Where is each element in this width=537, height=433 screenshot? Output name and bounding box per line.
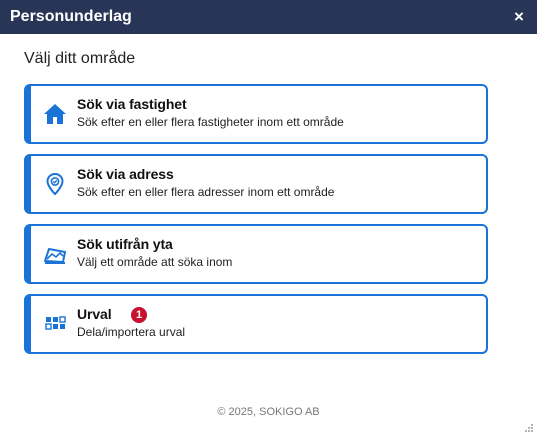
selection-button[interactable]: Urval 1 Dela/importera urval — [24, 294, 488, 354]
option-title: Urval — [77, 306, 112, 322]
option-title: Sök utifrån yta — [77, 236, 173, 252]
dialog-titlebar[interactable]: Personunderlag × — [0, 0, 537, 34]
personunderlag-dialog: Personunderlag × Välj ditt område Sök vi… — [0, 0, 537, 433]
close-icon[interactable]: × — [511, 8, 527, 25]
house-icon — [43, 102, 67, 126]
search-by-property-button[interactable]: Sök via fastighet Sök efter en eller fle… — [24, 84, 488, 144]
map-area-icon — [43, 242, 67, 266]
section-heading: Välj ditt område — [24, 50, 136, 67]
option-description: Välj ett område att söka inom — [77, 255, 233, 269]
grid-icon — [43, 312, 67, 336]
option-description: Sök efter en eller flera adresser inom e… — [77, 185, 335, 199]
option-description: Sök efter en eller flera fastigheter ino… — [77, 115, 344, 129]
dialog-title: Personunderlag — [10, 8, 132, 25]
copyright-footer: © 2025, SOKIGO AB — [217, 406, 320, 418]
search-by-address-button[interactable]: Sök via adress Sök efter en eller flera … — [24, 154, 488, 214]
option-title: Sök via adress — [77, 166, 174, 182]
notification-badge: 1 — [131, 307, 147, 323]
option-title: Sök via fastighet — [77, 96, 187, 112]
option-description: Dela/importera urval — [77, 325, 186, 339]
location-pin-icon — [43, 172, 67, 196]
resize-grip-icon[interactable] — [524, 420, 534, 432]
search-by-area-button[interactable]: Sök utifrån yta Välj ett område att söka… — [24, 224, 488, 284]
